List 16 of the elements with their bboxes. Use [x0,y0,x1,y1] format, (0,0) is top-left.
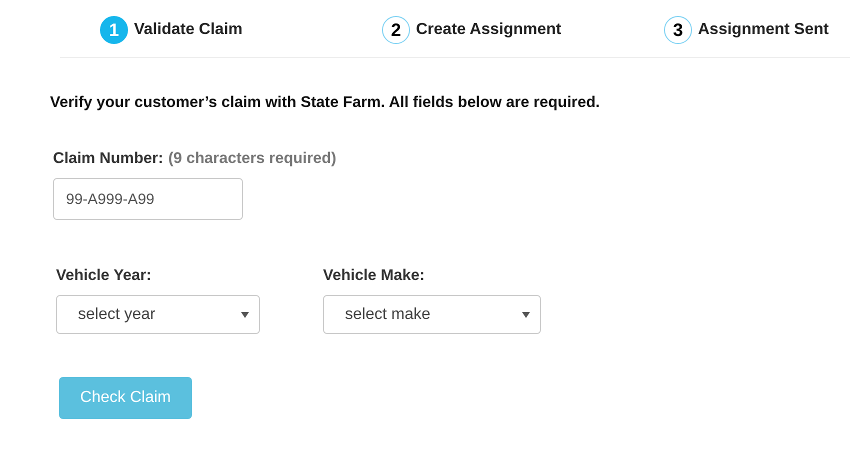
dropdown[interactable]: select make [323,295,541,334]
caret-icon [522,312,530,318]
dropdown[interactable]: select year [56,295,260,334]
field-hint: (9 characters required) [168,150,336,168]
field-label: Vehicle Year: [56,267,152,285]
step-number-icon: 1 [100,16,128,44]
claim-number-field[interactable]: 99-A999-A99 [53,178,243,220]
field-label: Claim Number: [53,150,164,168]
field-label: Vehicle Make: [323,267,426,285]
step-label: Create Assignment [416,21,562,39]
step-label: Assignment Sent [698,21,829,39]
step-number-icon: 3 [664,16,692,44]
step-label: Validate Claim [134,21,242,39]
step-number-icon: 2 [382,16,410,44]
caret-icon [241,312,249,318]
instructions-text: Verify your customer’s claim with State Farm. All fields below are required. [50,94,601,112]
